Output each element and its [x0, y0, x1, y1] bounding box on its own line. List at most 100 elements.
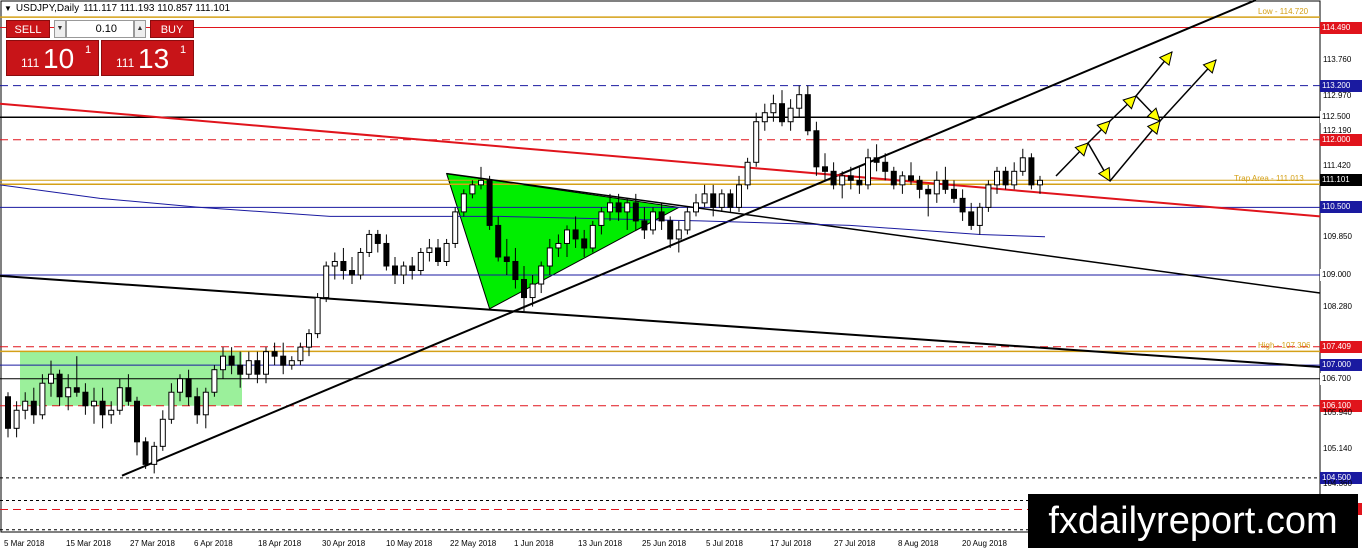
price-level-tag: 107.000	[1320, 359, 1362, 372]
candle-body	[168, 391, 175, 420]
candle-body	[503, 256, 510, 262]
candle-body	[254, 360, 261, 375]
candle-body	[770, 103, 777, 114]
y-tick-label: 111.420	[1323, 160, 1351, 170]
candle-body	[39, 382, 46, 416]
candle-body	[349, 270, 355, 276]
y-tick-label: 113.760	[1323, 55, 1352, 65]
candle-body	[159, 418, 166, 447]
y-tick-label: 108.280	[1323, 302, 1352, 312]
candle-body	[632, 202, 639, 222]
candle-body	[839, 175, 846, 186]
candle-body	[607, 202, 613, 213]
candle-body	[194, 396, 201, 416]
buy-button[interactable]: BUY	[150, 20, 194, 38]
candle-body	[856, 179, 863, 186]
x-tick-label: 5 Mar 2018	[4, 539, 45, 548]
candle-body	[374, 233, 381, 244]
candle-body	[882, 161, 889, 172]
sell-price-big: 10	[43, 43, 75, 74]
candle-body	[5, 396, 11, 429]
candle-body	[693, 202, 699, 213]
x-tick-label: 27 Jul 2018	[834, 539, 876, 548]
y-tick-label: 105.140	[1323, 444, 1352, 454]
candle-body	[925, 188, 932, 195]
symbol-label: USDJPY,Daily	[15, 3, 80, 14]
candle-body	[538, 265, 545, 285]
candle-body	[202, 391, 209, 416]
price-chart[interactable]	[0, 0, 1362, 554]
buy-price-box[interactable]: 111 13 1	[101, 40, 194, 76]
candle-body	[263, 351, 269, 375]
candle-body	[572, 229, 579, 240]
candle-body	[1019, 157, 1026, 172]
candle-body	[976, 206, 983, 226]
candle-body	[435, 247, 441, 262]
candle-body	[1037, 179, 1043, 186]
candle-body	[951, 188, 957, 199]
x-tick-label: 30 Apr 2018	[322, 539, 366, 548]
candle-body	[22, 400, 29, 411]
candle-body	[985, 184, 992, 208]
candle-body	[908, 175, 914, 181]
candle-body	[392, 265, 398, 276]
sell-button[interactable]: SELL	[6, 20, 50, 38]
candle-body	[340, 260, 347, 272]
buy-price-sup: 1	[180, 44, 187, 56]
x-tick-label: 18 Apr 2018	[258, 539, 302, 548]
candle-body	[142, 441, 149, 465]
y-tick-label: 104.360	[1323, 479, 1352, 489]
candle-body	[185, 378, 192, 398]
candle-body	[521, 279, 527, 299]
candle-body	[91, 400, 97, 407]
candle-body	[753, 121, 760, 163]
collapse-icon[interactable]: ▼	[4, 4, 12, 13]
x-tick-label: 20 Aug 2018	[962, 539, 1007, 548]
price-level-tag: 106.700	[1320, 372, 1362, 385]
candle-body	[400, 265, 407, 276]
candle-body	[727, 193, 734, 208]
lot-increase-icon[interactable]: ▲	[134, 20, 146, 38]
candle-body	[736, 184, 742, 208]
candle-body	[426, 247, 433, 253]
candle-body	[99, 400, 106, 416]
x-tick-label: 13 Jun 2018	[578, 539, 623, 548]
candle-body	[942, 179, 949, 190]
candle-body	[1002, 170, 1009, 186]
sell-price-box[interactable]: 111 10 1	[6, 40, 99, 76]
one-click-trade-panel: SELL ▼ 0.10 ▲ BUY 111 10 1 111 13 1	[6, 20, 194, 76]
candle-body	[331, 260, 338, 267]
price-level-tag: 114.490	[1320, 21, 1362, 34]
candle-body	[615, 202, 622, 213]
candle-body	[899, 175, 906, 186]
candle-body	[478, 179, 484, 186]
x-tick-label: 6 Apr 2018	[194, 539, 233, 548]
y-tick-label: 109.850	[1323, 231, 1352, 241]
candle-body	[555, 242, 562, 249]
candle-body	[512, 260, 519, 281]
x-tick-label: 5 Jul 2018	[706, 539, 743, 548]
candle-body	[357, 251, 364, 276]
candle-body	[804, 94, 811, 132]
annotation-label: Trap Area - 111.013	[1234, 174, 1304, 184]
price-level-tag: 112.500	[1320, 111, 1362, 124]
candle-body	[65, 387, 72, 398]
price-level-tag: 107.409	[1320, 340, 1362, 353]
candle-body	[228, 355, 235, 366]
x-tick-label: 22 May 2018	[450, 539, 497, 548]
candle-body	[650, 211, 656, 231]
candle-body	[469, 184, 476, 195]
candle-body	[245, 360, 252, 375]
candle-body	[873, 157, 880, 163]
candle-body	[796, 94, 803, 109]
candle-body	[297, 346, 304, 362]
candle-body	[564, 229, 570, 244]
lot-decrease-icon[interactable]: ▼	[54, 20, 66, 38]
candle-body	[658, 211, 665, 222]
candle-body	[589, 224, 596, 249]
price-level-tag: 111.101	[1320, 174, 1362, 187]
price-level-tag: 113.200	[1320, 79, 1362, 92]
candle-body	[847, 175, 854, 181]
lot-size-input[interactable]: 0.10	[66, 20, 134, 38]
candle-body	[959, 197, 966, 213]
